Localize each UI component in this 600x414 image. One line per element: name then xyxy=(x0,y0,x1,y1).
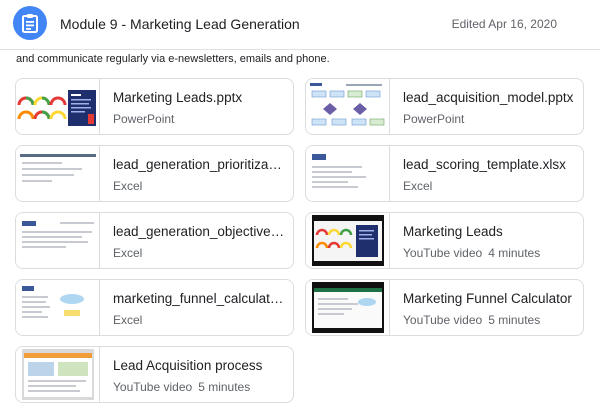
assignment-header: Module 9 - Marketing Lead Generation Edi… xyxy=(0,0,600,50)
attachment-thumbnail xyxy=(16,280,100,335)
attachment-type-label: YouTube video xyxy=(113,380,193,394)
attachment-type-label: Excel xyxy=(113,246,143,260)
attachment-thumbnail xyxy=(16,146,100,201)
attachment-title[interactable]: lead_scoring_template.xlsx xyxy=(403,157,575,172)
video-thumbnail xyxy=(16,347,100,402)
video-duration: 5 minutes xyxy=(488,313,541,327)
attachment-title[interactable]: lead_generation_objectives.xlsx xyxy=(113,224,285,239)
attachment-card[interactable]: lead_scoring_template.xlsx Excel xyxy=(305,145,584,202)
attachment-type: YouTube video 5 minutes xyxy=(113,380,250,394)
attachment-card[interactable]: Marketing Leads YouTube video 4 minutes xyxy=(305,212,584,269)
attachment-card[interactable]: Marketing Leads.pptx PowerPoint xyxy=(15,78,294,135)
video-duration: 5 minutes xyxy=(198,380,251,394)
attachment-card[interactable]: Lead Acquisition process YouTube video 5 … xyxy=(15,346,294,403)
attachment-title[interactable]: marketing_funnel_calculator.xlsx xyxy=(113,291,285,306)
attachment-thumbnail xyxy=(306,146,390,201)
attachment-type: YouTube video 5 minutes xyxy=(403,313,540,327)
video-duration: 4 minutes xyxy=(488,246,541,260)
attachment-type-label: YouTube video xyxy=(403,313,483,327)
attachment-card[interactable]: marketing_funnel_calculator.xlsx Excel xyxy=(15,279,294,336)
attachment-type-label: PowerPoint xyxy=(113,112,175,126)
attachment-title[interactable]: Marketing Leads.pptx xyxy=(113,90,285,105)
attachment-card[interactable]: Marketing Funnel Calculator YouTube vide… xyxy=(305,279,584,336)
attachment-type-label: YouTube video xyxy=(403,246,483,260)
attachment-type: Excel xyxy=(403,179,432,193)
edited-date: Edited Apr 16, 2020 xyxy=(451,17,557,31)
assignment-icon xyxy=(22,14,38,33)
assignment-badge xyxy=(13,6,47,40)
attachment-card[interactable]: lead_generation_objectives.xlsx Excel xyxy=(15,212,294,269)
assignment-description: and communicate regularly via e-newslett… xyxy=(16,53,330,65)
attachment-card[interactable]: lead_generation_prioritization.xlsx Exce… xyxy=(15,145,294,202)
attachment-title[interactable]: Marketing Funnel Calculator xyxy=(403,291,575,306)
attachment-type-label: Excel xyxy=(403,179,433,193)
attachment-type-label: Excel xyxy=(113,313,143,327)
attachment-type: PowerPoint xyxy=(403,112,464,126)
attachment-title[interactable]: lead_acquisition_model.pptx xyxy=(403,90,575,105)
video-thumbnail xyxy=(306,280,390,335)
attachment-thumbnail xyxy=(306,79,390,134)
attachment-thumbnail xyxy=(16,79,100,134)
attachment-card[interactable]: lead_acquisition_model.pptx PowerPoint xyxy=(305,78,584,135)
video-thumbnail xyxy=(306,213,390,268)
attachment-type: PowerPoint xyxy=(113,112,174,126)
attachment-type-label: Excel xyxy=(113,179,143,193)
attachment-title[interactable]: lead_generation_prioritization.xlsx xyxy=(113,157,285,172)
attachment-type: YouTube video 4 minutes xyxy=(403,246,540,260)
attachment-type: Excel xyxy=(113,313,142,327)
attachment-type: Excel xyxy=(113,246,142,260)
attachment-title[interactable]: Marketing Leads xyxy=(403,224,575,239)
attachment-thumbnail xyxy=(16,213,100,268)
attachment-title[interactable]: Lead Acquisition process xyxy=(113,358,285,373)
attachment-type: Excel xyxy=(113,179,142,193)
attachment-type-label: PowerPoint xyxy=(403,112,465,126)
page-title: Module 9 - Marketing Lead Generation xyxy=(60,16,300,32)
